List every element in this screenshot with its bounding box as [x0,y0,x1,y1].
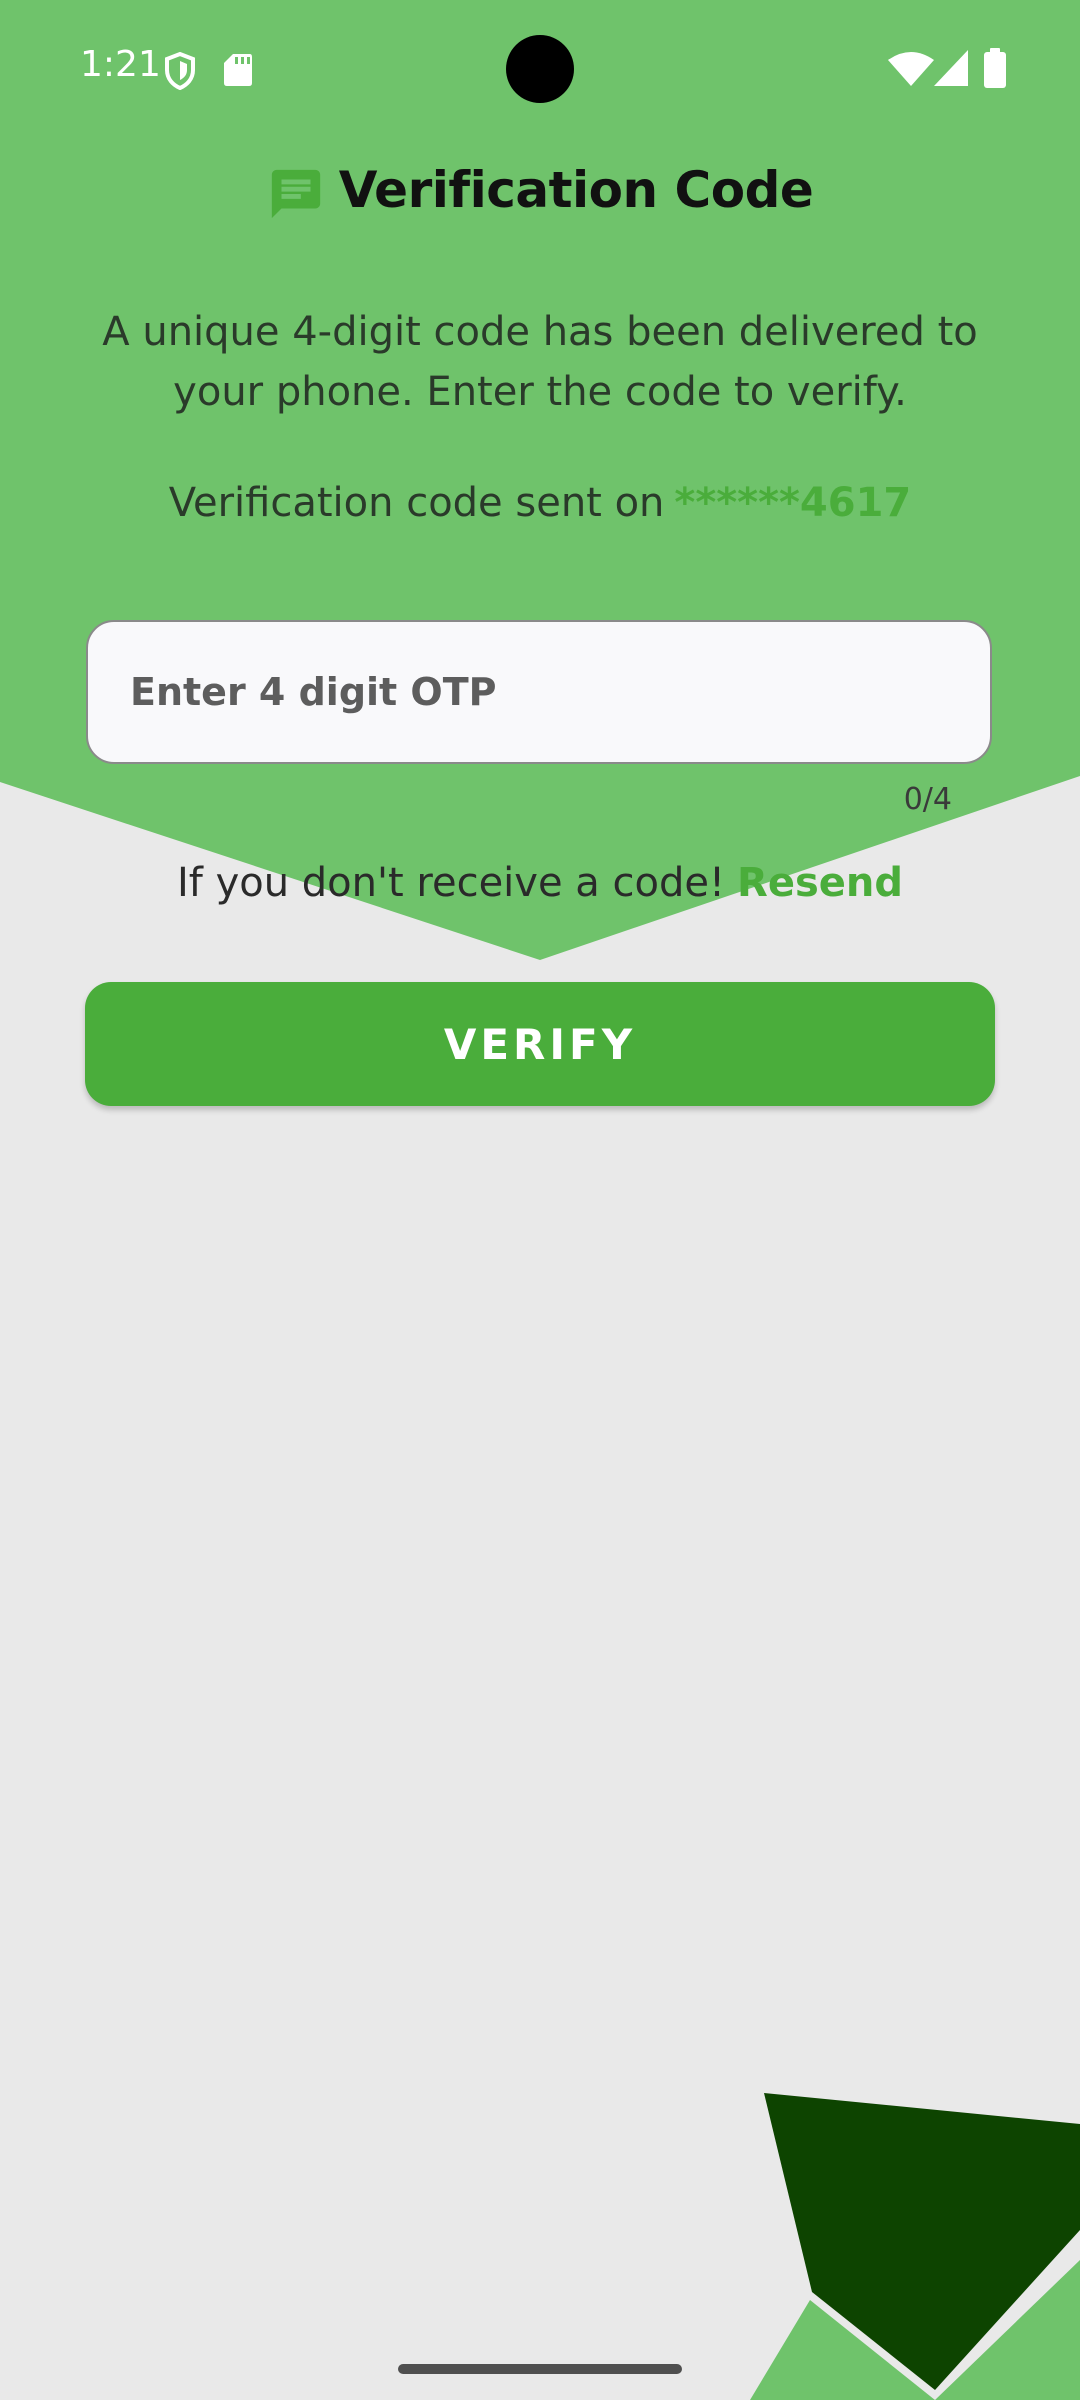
status-time: 1:21 [80,44,161,85]
sd-card-icon [224,54,252,86]
sent-info: Verification code sent on ******4617 [0,480,1080,526]
cellular-signal-icon [934,50,968,86]
battery-icon [984,48,1006,88]
otp-character-counter: 0/4 [903,782,952,817]
message-icon [271,169,320,219]
resend-link[interactable]: Resend [737,860,903,906]
masked-phone-number: ******4617 [674,480,912,526]
shield-icon [165,52,195,90]
resend-text: If you don't receive a code! [176,860,726,906]
resend-prompt: If you don't receive a code! Resend [0,860,1080,906]
verify-button[interactable]: VERIFY [85,982,995,1106]
status-bar: 1:21 [0,0,1080,136]
home-indicator[interactable] [398,2364,682,2374]
otp-input[interactable] [128,669,990,715]
header: Verification Code [0,150,1080,230]
description-text: A unique 4-digit code has been delivered… [102,309,978,415]
page-title: Verification Code [338,161,814,219]
otp-field[interactable] [86,620,992,764]
wifi-icon [888,52,934,86]
sent-info-label: Verification code sent on [168,480,665,526]
camera-cutout [506,35,574,103]
